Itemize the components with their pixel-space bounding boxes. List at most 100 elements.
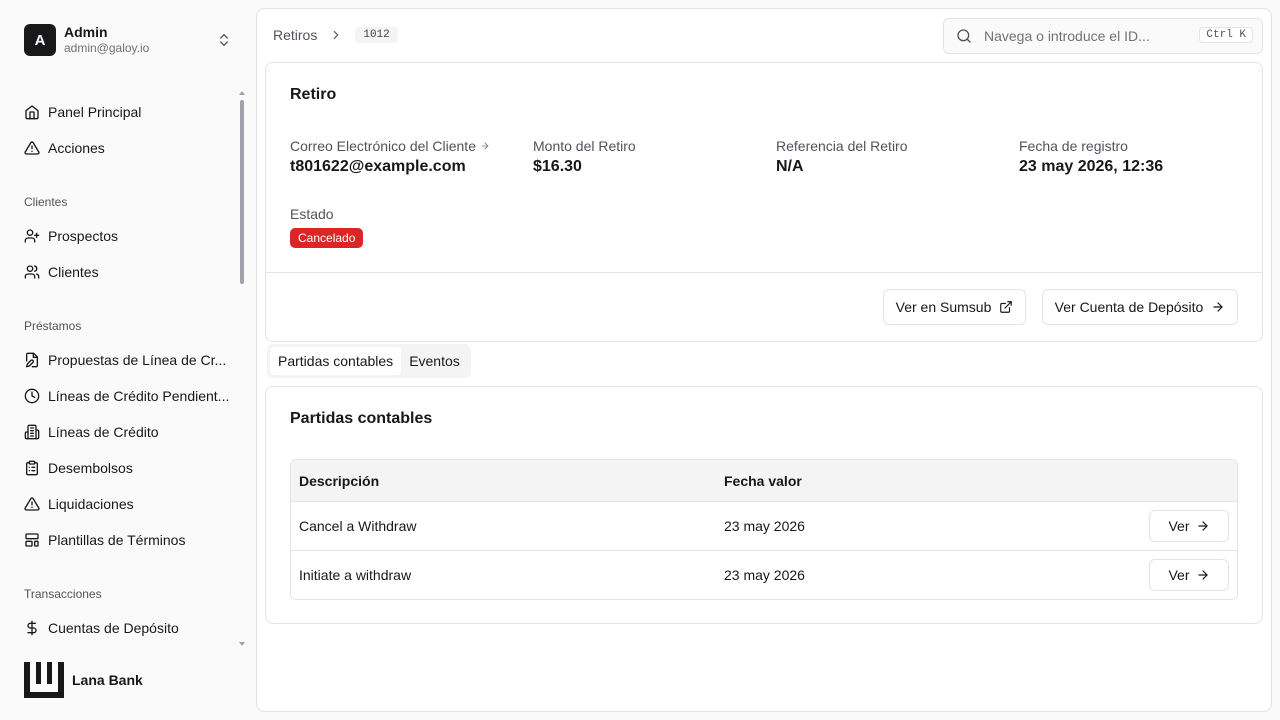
withdrawal-title: Retiro — [290, 86, 337, 103]
sidebar-item-liquidaciones[interactable]: Liquidaciones — [16, 486, 232, 522]
table-header-row: Descripción Fecha valor — [291, 460, 1237, 501]
sidebar-item-label: Desembolsos — [48, 460, 133, 476]
layout-template-icon — [25, 533, 39, 547]
external-link-icon — [1000, 301, 1013, 313]
cell-description: Initiate a withdraw — [299, 567, 412, 583]
search-input[interactable] — [984, 28, 1184, 44]
field-label[interactable]: Correo Electrónico del Cliente — [290, 136, 520, 156]
arrow-right-icon — [1197, 521, 1208, 531]
chevron-right-icon — [334, 30, 339, 40]
ledger-entries-title: Partidas contables — [290, 410, 433, 427]
button-label: Ver — [1168, 567, 1190, 583]
alert-triangle-icon — [24, 141, 40, 155]
column-header-date: Fecha valor — [724, 472, 802, 489]
sidebar-item-label: Clientes — [48, 264, 99, 280]
sidebar-item-cuentas-deposito[interactable]: Cuentas de Depósito — [16, 610, 232, 646]
brand-name: Lana Bank — [72, 672, 143, 688]
user-email: admin@galoy.io — [64, 41, 150, 55]
sidebar-item-panel-principal[interactable]: Panel Principal — [16, 94, 232, 130]
user-switcher[interactable]: A Admin admin@galoy.io — [24, 24, 236, 56]
search-box[interactable]: Ctrl K — [943, 18, 1263, 54]
alert-triangle-icon — [24, 497, 40, 511]
field-created-date: Fecha de registro 23 may 2026, 12:36 — [1019, 136, 1249, 176]
field-label: Referencia del Retiro — [776, 138, 908, 154]
lana-bank-logo-icon — [24, 662, 64, 698]
button-label: Ver en Sumsub — [895, 299, 992, 315]
view-entry-button[interactable]: Ver — [1149, 559, 1229, 591]
sidebar-item-desembolsos[interactable]: Desembolsos — [16, 450, 232, 486]
sidebar-item-label: Plantillas de Términos — [48, 532, 186, 548]
column-header-description: Descripción — [299, 472, 380, 489]
dollar-icon — [27, 620, 37, 636]
field-value: t801622@example.com — [290, 158, 466, 175]
view-deposit-account-button[interactable]: Ver Cuenta de Depósito — [1042, 289, 1238, 325]
field-status: Estado Cancelado — [290, 204, 520, 248]
field-customer-email: Correo Electrónico del Cliente t801622@e… — [290, 136, 520, 176]
clock-icon — [24, 388, 40, 404]
view-in-sumsub-button[interactable]: Ver en Sumsub — [883, 289, 1026, 325]
arrow-right-icon[interactable] — [480, 141, 490, 151]
sidebar-item-lineas-credito[interactable]: Líneas de Crédito — [16, 414, 232, 450]
sidebar-item-acciones[interactable]: Acciones — [16, 130, 232, 166]
sidebar: A Admin admin@galoy.io Panel Principal A… — [0, 0, 256, 720]
users-icon — [24, 265, 40, 279]
scrollbar-thumb[interactable] — [240, 100, 244, 284]
main-content: Retiros 1012 Ctrl K Retiro Correo Electr… — [256, 8, 1272, 712]
tab-partidas-contables[interactable]: Partidas contables — [270, 347, 402, 375]
search-icon — [957, 29, 971, 43]
button-label: Ver Cuenta de Depósito — [1054, 299, 1204, 315]
field-value: 23 may 2026, 12:36 — [1019, 158, 1164, 175]
field-value: $16.30 — [533, 158, 582, 175]
sidebar-nav: Panel Principal Acciones Clientes Prospe… — [16, 94, 232, 646]
table-row: Initiate a withdraw 23 may 2026 Ver — [291, 550, 1237, 599]
nav-group-transacciones: Transacciones — [24, 587, 102, 601]
email-label-text[interactable]: Correo Electrónico del Cliente — [290, 138, 476, 154]
cell-description: Cancel a Withdraw — [299, 518, 417, 534]
sidebar-item-plantillas[interactable]: Plantillas de Términos — [16, 522, 232, 558]
sidebar-item-lineas-pendientes[interactable]: Líneas de Crédito Pendient... — [16, 378, 232, 414]
avatar: A — [24, 24, 56, 56]
sidebar-item-label: Líneas de Crédito — [48, 424, 159, 440]
table-row: Cancel a Withdraw 23 may 2026 Ver — [291, 501, 1237, 550]
withdrawal-detail-card: Retiro Correo Electrónico del Cliente t8… — [265, 62, 1263, 342]
sidebar-item-label: Prospectos — [48, 228, 119, 244]
sidebar-item-label: Liquidaciones — [48, 496, 134, 512]
nav-group-clientes: Clientes — [24, 195, 68, 209]
building-icon — [24, 424, 40, 440]
breadcrumb-parent[interactable]: Retiros — [273, 27, 317, 43]
scroll-up-arrow[interactable] — [239, 91, 245, 95]
field-label: Monto del Retiro — [533, 138, 636, 154]
tab-eventos[interactable]: Eventos — [401, 347, 468, 375]
field-value: N/A — [776, 158, 804, 175]
sidebar-item-propuestas[interactable]: Propuestas de Línea de Cr... — [16, 342, 232, 378]
user-plus-icon — [24, 229, 40, 243]
file-edit-icon — [26, 352, 38, 368]
sidebar-item-clientes[interactable]: Clientes — [16, 254, 232, 290]
user-name: Admin — [64, 24, 108, 40]
field-label: Estado — [290, 206, 334, 222]
cell-date: 23 may 2026 — [724, 518, 805, 534]
sidebar-item-label: Acciones — [48, 140, 105, 156]
tab-list: Partidas contables Eventos — [267, 344, 471, 378]
brand: Lana Bank — [24, 662, 143, 698]
button-label: Ver — [1168, 518, 1190, 534]
breadcrumb: Retiros 1012 — [273, 25, 398, 45]
breadcrumb-current-id: 1012 — [355, 27, 398, 43]
chevrons-up-down-icon[interactable] — [216, 32, 232, 48]
arrow-right-icon — [1213, 302, 1223, 312]
sidebar-item-prospectos[interactable]: Prospectos — [16, 218, 232, 254]
user-info: Admin admin@galoy.io — [64, 24, 149, 56]
clipboard-list-icon — [26, 460, 38, 476]
sidebar-item-label: Panel Principal — [48, 104, 142, 120]
keyboard-shortcut: Ctrl K — [1199, 27, 1253, 43]
divider — [266, 272, 1262, 273]
sidebar-scrollbar[interactable] — [238, 88, 246, 648]
field-label: Fecha de registro — [1019, 138, 1128, 154]
sidebar-item-label: Cuentas de Depósito — [48, 620, 179, 636]
nav-group-prestamos: Préstamos — [24, 319, 82, 333]
view-entry-button[interactable]: Ver — [1149, 510, 1229, 542]
scroll-down-arrow[interactable] — [239, 642, 245, 646]
sidebar-item-label: Propuestas de Línea de Cr... — [48, 352, 227, 368]
ledger-entries-table: Descripción Fecha valor Cancel a Withdra… — [290, 459, 1238, 600]
field-reference: Referencia del Retiro N/A — [776, 136, 1006, 176]
